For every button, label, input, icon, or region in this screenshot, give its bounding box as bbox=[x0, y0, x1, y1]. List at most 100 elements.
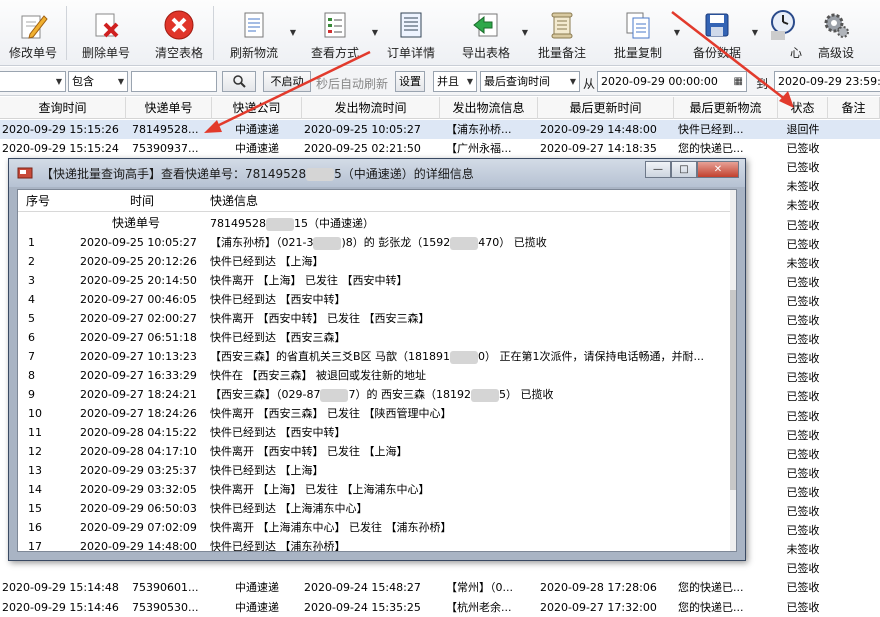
cell-status: 已签收 bbox=[786, 600, 820, 614]
field-select[interactable]: ▼ bbox=[0, 71, 66, 92]
detail-time: 2020-09-27 02:00:27 bbox=[80, 312, 197, 325]
cell-status: 已签收 bbox=[786, 562, 820, 576]
detail-info-part: 快件已经到达 【上海浦东中心】 bbox=[210, 502, 368, 515]
detail-row[interactable]: 6 2020-09-27 06:51:18 快件已经到达 【西安三森】 bbox=[18, 328, 736, 347]
cell-tracking-number: 75390601... bbox=[132, 581, 199, 595]
detail-row[interactable]: 4 2020-09-27 00:46:05 快件已经到达 【西安中转】 bbox=[18, 290, 736, 309]
minimize-button[interactable]: — bbox=[645, 161, 671, 178]
logic-select[interactable]: 并且 ▼ bbox=[433, 71, 477, 92]
detail-row[interactable]: 3 2020-09-25 20:14:50 快件离开 【上海】 已发往 【西安中转】 bbox=[18, 271, 736, 290]
to-datetime-input[interactable]: 2020-09-29 23:59: bbox=[774, 71, 880, 92]
col-remark[interactable]: 备注 bbox=[828, 97, 880, 119]
detail-info: 快件离开 【西安三森】 已发往 【陕西管理中心】 bbox=[210, 404, 720, 423]
refresh-doc-icon bbox=[237, 8, 271, 42]
detail-seq: 5 bbox=[28, 312, 35, 325]
backup-data-button[interactable]: 备份数据 ▼ bbox=[678, 0, 758, 66]
detail-info: 快件已经到达 【上海】 bbox=[210, 252, 720, 271]
detail-info-part: 【西安三森】的省直机关三爻B区 马歆（181891 bbox=[210, 350, 451, 363]
detail-info: 快件在 【西安三森】 被退回或发往新的地址 bbox=[210, 366, 720, 385]
export-table-button[interactable]: 导出表格 ▼ bbox=[446, 0, 528, 66]
center-button[interactable]: 心 bbox=[756, 0, 810, 66]
col-query-time[interactable]: 查询时间 bbox=[0, 97, 126, 119]
col-info: 快递信息 bbox=[210, 194, 259, 208]
table-row[interactable]: 2020-09-29 15:14:46 75390530... 中通速递 2020-0… bbox=[0, 598, 880, 617]
search-button[interactable] bbox=[222, 71, 256, 92]
detail-time: 2020-09-27 06:51:18 bbox=[80, 331, 197, 344]
detail-row[interactable]: 2 2020-09-25 20:12:26 快件已经到达 【上海】 bbox=[18, 252, 736, 271]
view-list-icon bbox=[318, 8, 352, 42]
col-send-info[interactable]: 发出物流信息 bbox=[440, 97, 538, 119]
detail-row[interactable]: 15 2020-09-29 06:50:03 快件已经到达 【上海浦东中心】 bbox=[18, 499, 736, 518]
detail-info-part: 快件离开 【西安中转】 已发往 【上海】 bbox=[210, 445, 408, 458]
clear-table-button[interactable]: 清空表格 bbox=[145, 0, 213, 66]
cell-courier: 中通速递 bbox=[235, 600, 279, 614]
redacted-mark bbox=[450, 350, 479, 364]
col-last-update-info[interactable]: 最后更新物流 bbox=[674, 97, 778, 119]
cell-status: 未签收 bbox=[786, 543, 820, 557]
cell-status: 已签收 bbox=[786, 294, 820, 308]
advanced-settings-button[interactable]: 高级设 bbox=[810, 0, 862, 66]
settings-button[interactable]: 设置 bbox=[395, 71, 425, 92]
order-detail-button[interactable]: 订单详情 bbox=[376, 0, 446, 66]
redacted-mark bbox=[266, 217, 294, 231]
detail-seq: 1 bbox=[28, 236, 35, 249]
detail-seq: 3 bbox=[28, 274, 35, 287]
detail-row[interactable]: 1 2020-09-25 10:05:27 【浦东孙桥】（021-3)8）的 彭张龙… bbox=[18, 233, 736, 252]
from-datetime-input[interactable]: 2020-09-29 00:00:00 ▦ bbox=[597, 71, 747, 92]
col-tracking-number[interactable]: 快递单号 bbox=[126, 97, 212, 119]
detail-row[interactable]: 11 2020-09-28 04:15:22 快件已经到达 【西安中转】 bbox=[18, 423, 736, 442]
dialog-titlebar[interactable]: 【快递批量查询高手】查看快递单号：78149528 5（中通速递）的详细信息 — … bbox=[9, 159, 745, 187]
tracking-value: 78149528 15（中通速递） bbox=[210, 217, 374, 231]
edit-pencil-icon bbox=[16, 8, 50, 42]
detail-row[interactable]: 16 2020-09-29 07:02:09 快件离开 【上海浦东中心】 已发往 【… bbox=[18, 518, 736, 537]
detail-row[interactable]: 7 2020-09-27 10:13:23 【西安三森】的省直机关三爻B区 马歆（1… bbox=[18, 347, 736, 366]
detail-row[interactable]: 10 2020-09-27 18:24:26 快件离开 【西安三森】 已发往 【陕西… bbox=[18, 404, 736, 423]
detail-row[interactable]: 5 2020-09-27 02:00:27 快件离开 【西安中转】 已发往 【西安三… bbox=[18, 309, 736, 328]
close-button[interactable]: ✕ bbox=[697, 161, 739, 178]
table-row[interactable]: 2020-09-29 15:14:48 75390601... 中通速递 2020-0… bbox=[0, 578, 880, 597]
detail-row[interactable]: 13 2020-09-29 03:25:37 快件已经到达 【上海】 bbox=[18, 461, 736, 480]
edit-number-button[interactable]: 修改单号 bbox=[0, 0, 66, 66]
refresh-logistics-button[interactable]: 刷新物流 ▼ bbox=[214, 0, 296, 66]
col-send-time[interactable]: 发出物流时间 bbox=[302, 97, 440, 119]
autorun-button[interactable]: 不启动 bbox=[263, 71, 311, 92]
cell-status: 未签收 bbox=[786, 199, 820, 213]
col-last-update-time[interactable]: 最后更新时间 bbox=[538, 97, 674, 119]
cell-status: 已签收 bbox=[786, 142, 820, 156]
view-mode-button[interactable]: 查看方式 ▼ bbox=[294, 0, 378, 66]
batch-copy-button[interactable]: 批量复制 ▼ bbox=[598, 0, 680, 66]
filter-bar: ▼ 包含 ▼ 不启动 秒后自动刷新 设置 并且 ▼ 最后查询时间 ▼ 从 2020-0… bbox=[0, 67, 880, 96]
col-status[interactable]: 状态 bbox=[778, 97, 828, 119]
detail-info-part: 【浦东孙桥】（021-3 bbox=[210, 236, 314, 249]
delete-number-button[interactable]: 删除单号 bbox=[67, 0, 145, 66]
cell-status: 已签收 bbox=[786, 390, 820, 404]
detail-row[interactable]: 12 2020-09-28 04:17:10 快件离开 【西安中转】 已发往 【上海… bbox=[18, 442, 736, 461]
detail-time: 2020-09-27 16:33:29 bbox=[80, 369, 197, 382]
detail-row[interactable]: 14 2020-09-29 03:32:05 快件离开 【上海】 已发往 【上海浦东… bbox=[18, 480, 736, 499]
calendar-icon[interactable]: ▦ bbox=[734, 72, 743, 91]
detail-scrollbar[interactable] bbox=[730, 190, 736, 551]
detail-info-part: 快件离开 【西安中转】 已发往 【西安三森】 bbox=[210, 312, 430, 325]
detail-row[interactable]: 9 2020-09-27 18:24:21 【西安三森】（029-87 7）的 西安三… bbox=[18, 385, 736, 404]
maximize-button[interactable]: □ bbox=[671, 161, 697, 178]
detail-table[interactable]: 序号 时间 快递信息 快递单号 78149528 15（中通速递） 1 2020-0… bbox=[17, 189, 737, 552]
cell-send-info: 【浦东孙桥... bbox=[446, 123, 512, 136]
match-mode-select[interactable]: 包含 ▼ bbox=[68, 71, 128, 92]
keyword-input[interactable] bbox=[131, 71, 217, 92]
detail-row[interactable]: 8 2020-09-27 16:33:29 快件在 【西安三森】 被退回或发往新的地… bbox=[18, 366, 736, 385]
view-mode-label: 查看方式 bbox=[310, 46, 359, 60]
detail-row[interactable]: 17 2020-09-29 14:48:00 快件已经到达 【浦东孙桥】 bbox=[18, 537, 736, 551]
col-courier[interactable]: 快递公司 bbox=[212, 97, 302, 119]
table-row[interactable]: 已签收 bbox=[0, 559, 880, 578]
detail-info-part: 快件已经到达 【上海】 bbox=[210, 255, 324, 268]
detail-time: 2020-09-27 00:46:05 bbox=[80, 293, 197, 306]
date-field-select[interactable]: 最后查询时间 ▼ bbox=[480, 71, 580, 92]
match-mode-value: 包含 bbox=[72, 75, 94, 88]
table-row[interactable]: 2020-09-29 15:15:26 78149528... 中通速递 2020-0… bbox=[0, 120, 880, 139]
scrollbar-thumb[interactable] bbox=[730, 290, 736, 490]
detail-time: 2020-09-27 18:24:26 bbox=[80, 407, 197, 420]
table-row[interactable]: 2020-09-29 15:15:24 75390937... 中通速递 2020-0… bbox=[0, 139, 880, 158]
cell-send-info: 【广州永福... bbox=[446, 142, 512, 156]
cell-last-update-info: 您的快递已... bbox=[678, 600, 744, 614]
batch-note-button[interactable]: 批量备注 bbox=[526, 0, 598, 66]
